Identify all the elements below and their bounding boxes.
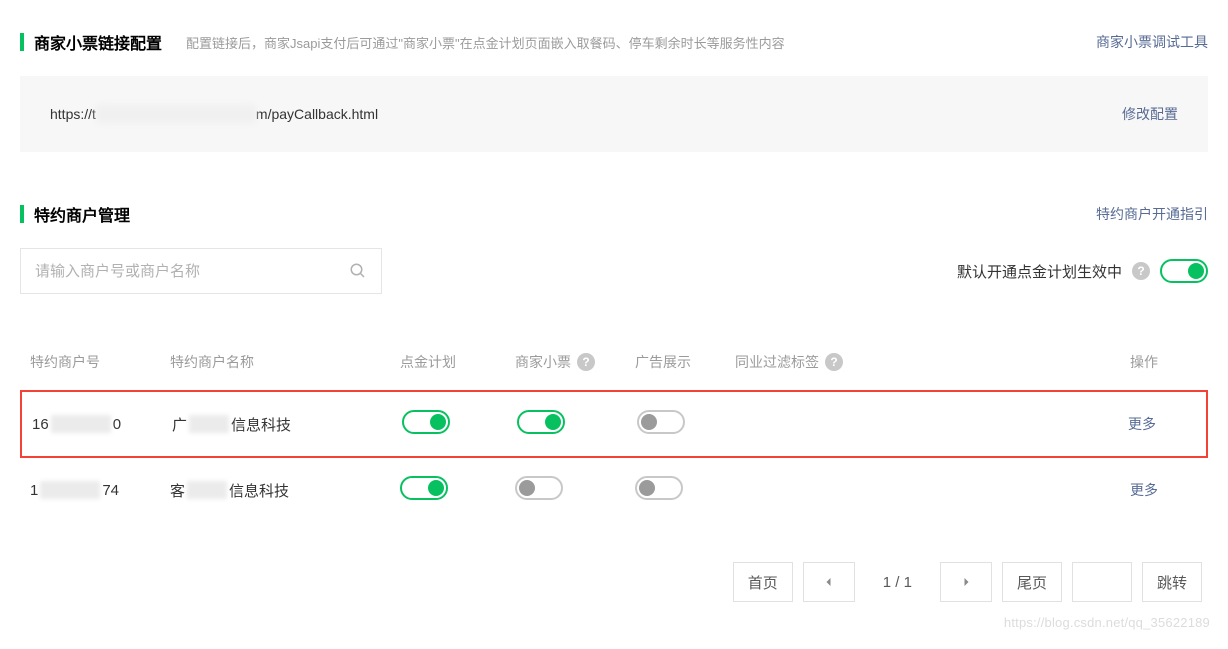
masked-segment <box>51 415 111 433</box>
default-toggle-wrap: 默认开通点金计划生效中 ? <box>957 259 1208 283</box>
cell-merchant-name: 客 信息科技 <box>170 480 400 501</box>
page-info: 1 / 1 <box>865 574 930 591</box>
more-action-link[interactable]: 更多 <box>1128 416 1156 432</box>
cell-merchant-name: 广 信息科技 <box>172 414 402 435</box>
table-row: 16 0 广 信息科技 更多 <box>22 392 1206 456</box>
cell-merchant-id: 16 0 <box>32 415 172 433</box>
section1-desc: 配置链接后，商家Jsapi支付后可通过"商家小票"在点金计划页面嵌入取餐码、停车… <box>186 33 785 52</box>
callback-url: https://t m/payCallback.html <box>50 105 378 123</box>
jump-button[interactable]: 跳转 <box>1142 562 1202 602</box>
section1-title: 商家小票链接配置 <box>34 30 162 54</box>
callback-config-box: https://t m/payCallback.html 修改配置 <box>20 76 1208 152</box>
masked-segment <box>189 415 229 433</box>
first-page-button[interactable]: 首页 <box>733 562 793 602</box>
chevron-left-icon <box>823 576 835 588</box>
section1-header: 商家小票链接配置 配置链接后，商家Jsapi支付后可通过"商家小票"在点金计划页… <box>20 30 1208 54</box>
more-action-link[interactable]: 更多 <box>1130 482 1158 498</box>
receipt-switch[interactable] <box>517 410 565 434</box>
watermark: https://blog.csdn.net/qq_35622189 <box>1004 615 1210 630</box>
pagination: 首页 1 / 1 尾页 跳转 <box>20 562 1208 602</box>
th-ads: 广告展示 <box>635 352 735 372</box>
th-filter-tags: 同业过滤标签 ? <box>735 352 935 372</box>
next-page-button[interactable] <box>940 562 992 602</box>
highlighted-row-wrap: 16 0 广 信息科技 更多 <box>20 390 1208 458</box>
prev-page-button[interactable] <box>803 562 855 602</box>
page-jump-input[interactable] <box>1072 562 1132 602</box>
gold-plan-switch[interactable] <box>400 476 448 500</box>
search-input[interactable] <box>35 263 349 280</box>
search-row: 默认开通点金计划生效中 ? <box>20 248 1208 294</box>
section2-title: 特约商户管理 <box>34 202 130 226</box>
search-box[interactable] <box>20 248 382 294</box>
merchant-table: 特约商户号 特约商户名称 点金计划 商家小票 ? 广告展示 同业过滤标签 ? 操… <box>20 334 1208 522</box>
masked-segment <box>187 481 227 499</box>
masked-domain <box>96 105 256 123</box>
debug-tool-link[interactable]: 商家小票调试工具 <box>1096 32 1208 52</box>
accent-bar <box>20 205 24 223</box>
help-icon[interactable]: ? <box>1132 262 1150 280</box>
table-row: 1 74 客 信息科技 更多 <box>20 458 1208 522</box>
last-page-button[interactable]: 尾页 <box>1002 562 1062 602</box>
chevron-right-icon <box>960 576 972 588</box>
th-receipt: 商家小票 ? <box>515 352 635 372</box>
search-icon <box>349 262 367 280</box>
th-merchant-id: 特约商户号 <box>30 352 170 372</box>
cell-merchant-id: 1 74 <box>30 481 170 499</box>
edit-config-link[interactable]: 修改配置 <box>1122 104 1178 124</box>
th-action: 操作 <box>935 352 1198 372</box>
ads-switch[interactable] <box>635 476 683 500</box>
th-merchant-name: 特约商户名称 <box>170 352 400 372</box>
help-icon[interactable]: ? <box>577 353 595 371</box>
default-enable-switch[interactable] <box>1160 259 1208 283</box>
help-icon[interactable]: ? <box>825 353 843 371</box>
table-header-row: 特约商户号 特约商户名称 点金计划 商家小票 ? 广告展示 同业过滤标签 ? 操… <box>20 334 1208 390</box>
gold-plan-switch[interactable] <box>402 410 450 434</box>
receipt-switch[interactable] <box>515 476 563 500</box>
ads-switch[interactable] <box>637 410 685 434</box>
default-toggle-label: 默认开通点金计划生效中 <box>957 261 1122 282</box>
section2-header: 特约商户管理 特约商户开通指引 <box>20 202 1208 226</box>
merchant-guide-link[interactable]: 特约商户开通指引 <box>1096 204 1208 224</box>
masked-segment <box>40 481 100 499</box>
accent-bar <box>20 33 24 51</box>
th-gold-plan: 点金计划 <box>400 352 515 372</box>
